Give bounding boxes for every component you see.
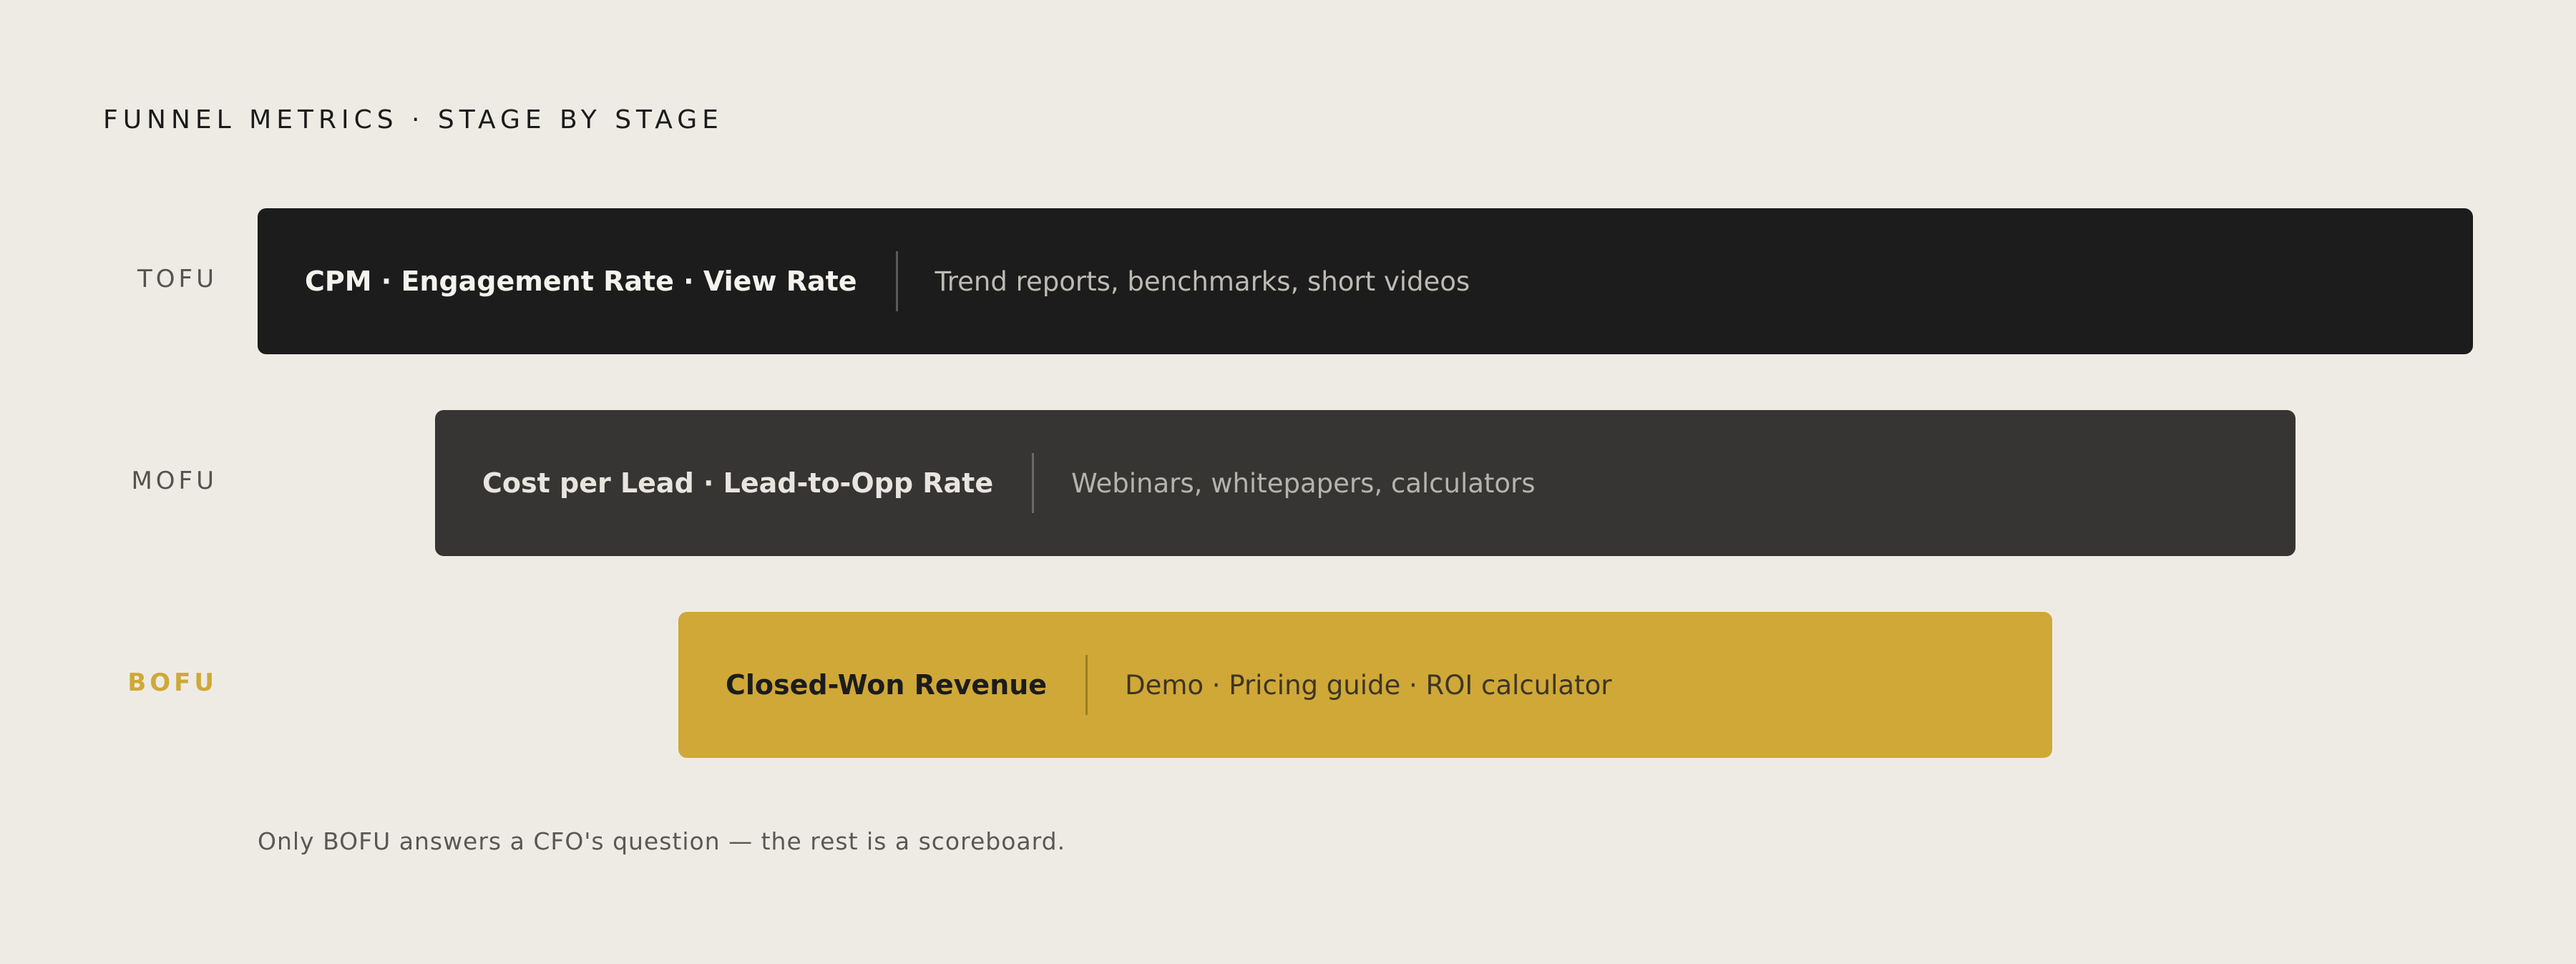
stage-metrics-tofu: CPM · Engagement Rate · View Rate: [305, 266, 857, 297]
stage-label-tofu: TOFU: [137, 265, 218, 293]
stage-assets-tofu: Trend reports, benchmarks, short videos: [935, 266, 1470, 297]
stage-bar-tofu: CPM · Engagement Rate · View Rate Trend …: [258, 208, 2473, 354]
stage-label-bofu: BOFU: [127, 668, 218, 697]
stage-divider-mofu: [1032, 453, 1035, 513]
footnote: Only BOFU answers a CFO's question — the…: [258, 827, 1066, 855]
stage-assets-bofu: Demo · Pricing guide · ROI calculator: [1125, 669, 1612, 701]
stage-label-mofu: MOFU: [131, 467, 218, 495]
stage-divider-bofu: [1085, 655, 1088, 715]
stage-divider-tofu: [895, 251, 898, 311]
stage-metrics-mofu: Cost per Lead · Lead-to-Opp Rate: [482, 467, 994, 499]
stage-metrics-bofu: Closed-Won Revenue: [726, 669, 1048, 701]
stage-bar-mofu: Cost per Lead · Lead-to-Opp Rate Webinar…: [435, 410, 2296, 556]
stage-bar-bofu: Closed-Won Revenue Demo · Pricing guide …: [678, 612, 2052, 758]
stage-assets-mofu: Webinars, whitepapers, calculators: [1071, 467, 1536, 499]
diagram-title: FUNNEL METRICS · STAGE BY STAGE: [103, 105, 723, 135]
